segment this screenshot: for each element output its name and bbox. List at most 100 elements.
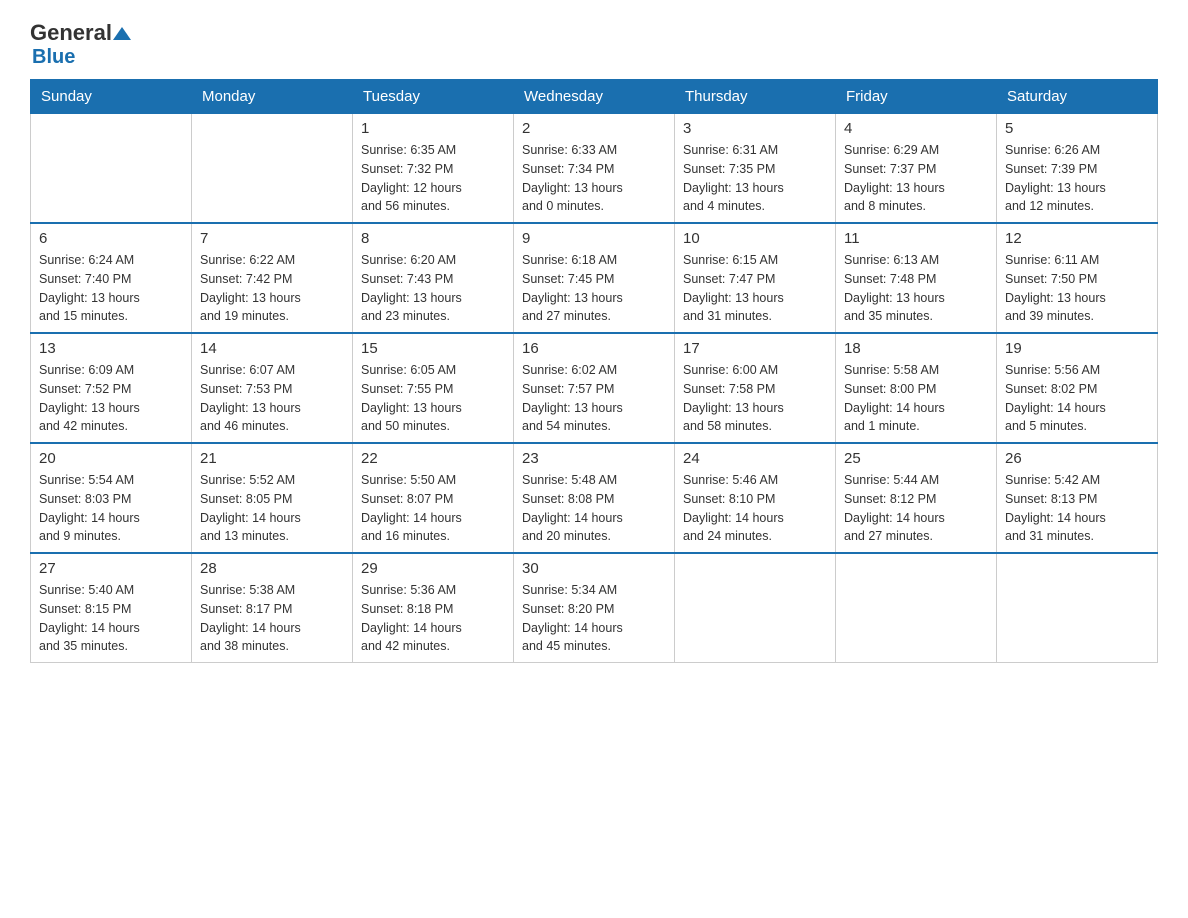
logo-blue: Blue <box>32 46 75 69</box>
day-number: 24 <box>683 450 827 467</box>
day-info: Sunrise: 5:42 AM Sunset: 8:13 PM Dayligh… <box>1005 471 1149 546</box>
day-number: 29 <box>361 560 505 577</box>
day-number: 30 <box>522 560 666 577</box>
calendar-day-cell: 24 Sunrise: 5:46 AM Sunset: 8:10 PM Dayli… <box>675 443 836 553</box>
day-number: 15 <box>361 340 505 357</box>
calendar-week-row: 13 Sunrise: 6:09 AM Sunset: 7:52 PM Dayli… <box>31 333 1158 443</box>
calendar-day-cell <box>836 553 997 663</box>
day-info: Sunrise: 5:38 AM Sunset: 8:17 PM Dayligh… <box>200 581 344 656</box>
day-info: Sunrise: 6:02 AM Sunset: 7:57 PM Dayligh… <box>522 361 666 436</box>
calendar-day-cell: 22Sunrise: 5:50 AM Sunset: 8:07 PM Dayli… <box>353 443 514 553</box>
calendar-day-cell: 30 Sunrise: 5:34 AM Sunset: 8:20 PM Dayli… <box>514 553 675 663</box>
day-info: Sunrise: 6:26 AM Sunset: 7:39 PM Dayligh… <box>1005 141 1149 216</box>
day-info: Sunrise: 6:00 AM Sunset: 7:58 PM Dayligh… <box>683 361 827 436</box>
calendar-day-cell <box>675 553 836 663</box>
day-info: Sunrise: 6:22 AM Sunset: 7:42 PM Dayligh… <box>200 251 344 326</box>
calendar-day-cell <box>997 553 1158 663</box>
calendar-day-cell: 3 Sunrise: 6:31 AM Sunset: 7:35 PM Daylig… <box>675 114 836 224</box>
day-info: Sunrise: 6:05 AM Sunset: 7:55 PM Dayligh… <box>361 361 505 436</box>
calendar-day-cell: 17Sunrise: 6:00 AM Sunset: 7:58 PM Dayli… <box>675 333 836 443</box>
calendar-day-cell: 11 Sunrise: 6:13 AM Sunset: 7:48 PM Dayli… <box>836 223 997 333</box>
day-number: 11 <box>844 230 988 247</box>
page-header: General Blue <box>30 20 1158 69</box>
day-number: 27 <box>39 560 183 577</box>
day-number: 13 <box>39 340 183 357</box>
calendar-day-cell: 6Sunrise: 6:24 AM Sunset: 7:40 PM Daylig… <box>31 223 192 333</box>
logo-wordmark: General <box>30 20 132 46</box>
day-number: 25 <box>844 450 988 467</box>
day-number: 19 <box>1005 340 1149 357</box>
day-info: Sunrise: 5:56 AM Sunset: 8:02 PM Dayligh… <box>1005 361 1149 436</box>
day-number: 21 <box>200 450 344 467</box>
day-info: Sunrise: 6:18 AM Sunset: 7:45 PM Dayligh… <box>522 251 666 326</box>
calendar-day-cell: 5 Sunrise: 6:26 AM Sunset: 7:39 PM Daylig… <box>997 114 1158 224</box>
day-info: Sunrise: 6:29 AM Sunset: 7:37 PM Dayligh… <box>844 141 988 216</box>
day-info: Sunrise: 6:13 AM Sunset: 7:48 PM Dayligh… <box>844 251 988 326</box>
calendar-day-cell: 2 Sunrise: 6:33 AM Sunset: 7:34 PM Daylig… <box>514 114 675 224</box>
day-number: 18 <box>844 340 988 357</box>
calendar-day-header: Tuesday <box>353 80 514 114</box>
calendar-day-cell: 12 Sunrise: 6:11 AM Sunset: 7:50 PM Dayli… <box>997 223 1158 333</box>
calendar-day-cell: 16 Sunrise: 6:02 AM Sunset: 7:57 PM Dayli… <box>514 333 675 443</box>
day-number: 8 <box>361 230 505 247</box>
calendar-table: SundayMondayTuesdayWednesdayThursdayFrid… <box>30 79 1158 663</box>
calendar-day-cell: 4 Sunrise: 6:29 AM Sunset: 7:37 PM Daylig… <box>836 114 997 224</box>
calendar-day-cell: 13 Sunrise: 6:09 AM Sunset: 7:52 PM Dayli… <box>31 333 192 443</box>
calendar-day-cell: 23Sunrise: 5:48 AM Sunset: 8:08 PM Dayli… <box>514 443 675 553</box>
calendar-week-row: 6Sunrise: 6:24 AM Sunset: 7:40 PM Daylig… <box>31 223 1158 333</box>
calendar-day-cell: 18 Sunrise: 5:58 AM Sunset: 8:00 PM Dayli… <box>836 333 997 443</box>
calendar-week-row: 1 Sunrise: 6:35 AM Sunset: 7:32 PM Daylig… <box>31 114 1158 224</box>
day-info: Sunrise: 5:52 AM Sunset: 8:05 PM Dayligh… <box>200 471 344 546</box>
day-info: Sunrise: 6:09 AM Sunset: 7:52 PM Dayligh… <box>39 361 183 436</box>
day-number: 26 <box>1005 450 1149 467</box>
day-info: Sunrise: 6:31 AM Sunset: 7:35 PM Dayligh… <box>683 141 827 216</box>
day-number: 20 <box>39 450 183 467</box>
calendar-day-cell <box>31 114 192 224</box>
day-number: 28 <box>200 560 344 577</box>
day-number: 5 <box>1005 120 1149 137</box>
day-info: Sunrise: 5:54 AM Sunset: 8:03 PM Dayligh… <box>39 471 183 546</box>
logo-triangle-icon <box>113 27 131 40</box>
calendar-day-cell: 28 Sunrise: 5:38 AM Sunset: 8:17 PM Dayli… <box>192 553 353 663</box>
day-number: 1 <box>361 120 505 137</box>
day-number: 6 <box>39 230 183 247</box>
calendar-day-cell: 8 Sunrise: 6:20 AM Sunset: 7:43 PM Daylig… <box>353 223 514 333</box>
day-number: 4 <box>844 120 988 137</box>
day-number: 12 <box>1005 230 1149 247</box>
calendar-day-header: Thursday <box>675 80 836 114</box>
day-number: 2 <box>522 120 666 137</box>
calendar-day-cell: 14Sunrise: 6:07 AM Sunset: 7:53 PM Dayli… <box>192 333 353 443</box>
calendar-day-cell: 26 Sunrise: 5:42 AM Sunset: 8:13 PM Dayli… <box>997 443 1158 553</box>
day-number: 3 <box>683 120 827 137</box>
day-number: 14 <box>200 340 344 357</box>
day-info: Sunrise: 5:46 AM Sunset: 8:10 PM Dayligh… <box>683 471 827 546</box>
calendar-week-row: 27 Sunrise: 5:40 AM Sunset: 8:15 PM Dayli… <box>31 553 1158 663</box>
day-info: Sunrise: 5:34 AM Sunset: 8:20 PM Dayligh… <box>522 581 666 656</box>
day-info: Sunrise: 5:48 AM Sunset: 8:08 PM Dayligh… <box>522 471 666 546</box>
day-info: Sunrise: 6:15 AM Sunset: 7:47 PM Dayligh… <box>683 251 827 326</box>
calendar-day-header: Sunday <box>31 80 192 114</box>
calendar-day-header: Monday <box>192 80 353 114</box>
day-info: Sunrise: 6:11 AM Sunset: 7:50 PM Dayligh… <box>1005 251 1149 326</box>
day-info: Sunrise: 6:35 AM Sunset: 7:32 PM Dayligh… <box>361 141 505 216</box>
day-info: Sunrise: 5:58 AM Sunset: 8:00 PM Dayligh… <box>844 361 988 436</box>
day-number: 9 <box>522 230 666 247</box>
day-info: Sunrise: 5:44 AM Sunset: 8:12 PM Dayligh… <box>844 471 988 546</box>
calendar-day-cell: 7 Sunrise: 6:22 AM Sunset: 7:42 PM Daylig… <box>192 223 353 333</box>
calendar-day-header: Friday <box>836 80 997 114</box>
calendar-week-row: 20 Sunrise: 5:54 AM Sunset: 8:03 PM Dayli… <box>31 443 1158 553</box>
day-number: 7 <box>200 230 344 247</box>
calendar-day-cell: 20 Sunrise: 5:54 AM Sunset: 8:03 PM Dayli… <box>31 443 192 553</box>
calendar-day-cell: 21 Sunrise: 5:52 AM Sunset: 8:05 PM Dayli… <box>192 443 353 553</box>
day-info: Sunrise: 5:36 AM Sunset: 8:18 PM Dayligh… <box>361 581 505 656</box>
calendar-day-cell: 1 Sunrise: 6:35 AM Sunset: 7:32 PM Daylig… <box>353 114 514 224</box>
calendar-day-cell <box>192 114 353 224</box>
calendar-day-cell: 15 Sunrise: 6:05 AM Sunset: 7:55 PM Dayli… <box>353 333 514 443</box>
day-number: 16 <box>522 340 666 357</box>
calendar-day-header: Wednesday <box>514 80 675 114</box>
day-info: Sunrise: 5:40 AM Sunset: 8:15 PM Dayligh… <box>39 581 183 656</box>
day-number: 22 <box>361 450 505 467</box>
day-info: Sunrise: 6:33 AM Sunset: 7:34 PM Dayligh… <box>522 141 666 216</box>
day-info: Sunrise: 6:20 AM Sunset: 7:43 PM Dayligh… <box>361 251 505 326</box>
logo-general: General <box>30 20 112 46</box>
